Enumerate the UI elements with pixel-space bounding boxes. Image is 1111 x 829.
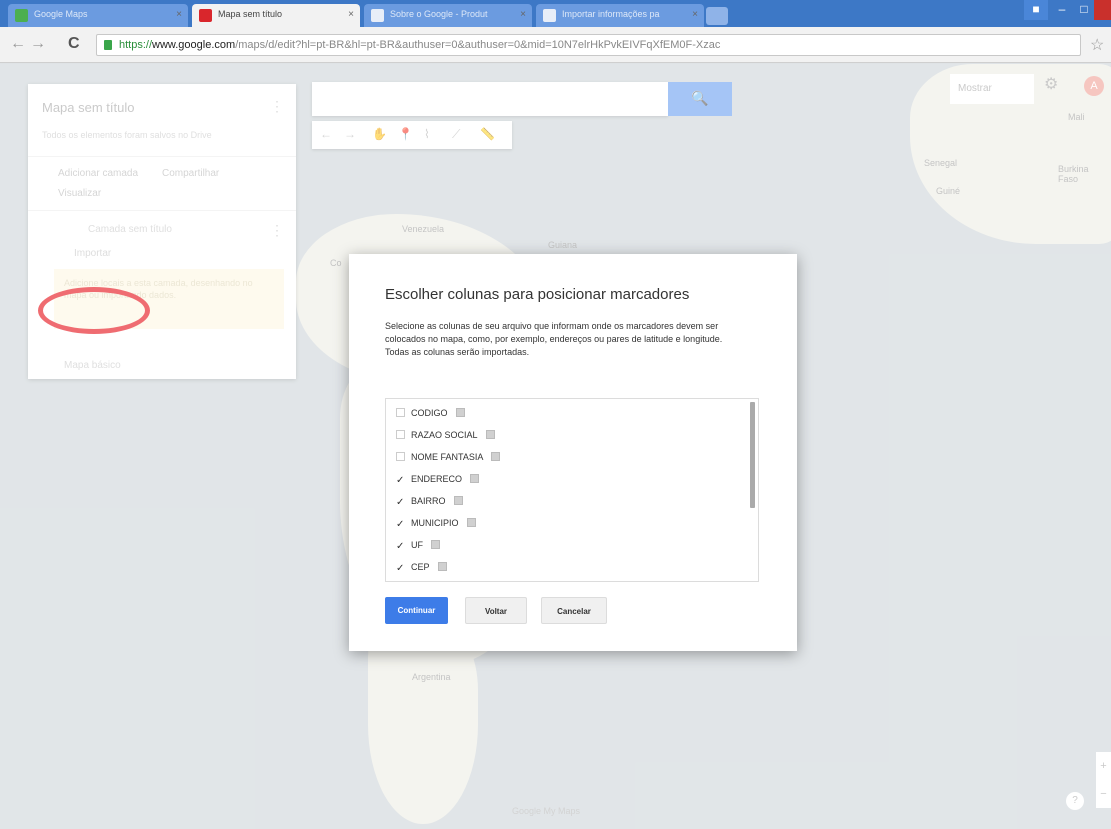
back-button[interactable]: Voltar: [465, 597, 527, 624]
tab-label: Importar informações pa: [562, 9, 660, 19]
choose-columns-dialog: Escolher colunas para posicionar marcado…: [349, 254, 797, 651]
close-icon[interactable]: ×: [520, 4, 526, 25]
browser-tab-bar: Google Maps × Mapa sem título × Sobre o …: [0, 0, 1111, 27]
check-icon[interactable]: ✓: [396, 542, 405, 552]
column-label: ENDERECO: [411, 474, 463, 484]
url-scheme: https://: [119, 39, 153, 51]
close-icon[interactable]: ×: [692, 4, 698, 25]
google-maps-favicon-icon: [15, 9, 28, 22]
check-icon[interactable]: ✓: [396, 498, 405, 508]
check-icon[interactable]: ✓: [396, 476, 405, 486]
tab-importar-informacoes[interactable]: Importar informações pa ×: [536, 4, 704, 27]
close-icon[interactable]: ×: [348, 4, 354, 25]
info-icon[interactable]: [470, 474, 480, 483]
column-label: MUNICIPIO: [411, 518, 459, 528]
lock-icon: [104, 40, 112, 50]
column-list[interactable]: CODIGO RAZAO SOCIAL NOME FANTASIA ✓ ENDER…: [385, 398, 759, 582]
tab-google-maps[interactable]: Google Maps ×: [8, 4, 188, 27]
my-maps-favicon-icon: [199, 9, 212, 22]
reload-icon[interactable]: C: [68, 35, 80, 53]
column-option-nome-fantasia[interactable]: NOME FANTASIA: [396, 447, 501, 467]
dialog-description: Selecione as colunas de seu arquivo que …: [385, 321, 723, 357]
google-favicon-icon: [371, 9, 384, 22]
minimize-button[interactable]: –: [1050, 0, 1074, 20]
column-label: BAIRRO: [411, 496, 446, 506]
column-label: CEP: [411, 562, 430, 572]
info-icon[interactable]: [453, 496, 463, 505]
checkbox[interactable]: [396, 452, 405, 461]
url-path: /maps/d/edit?hl=pt-BR&hl=pt-BR&authuser=…: [235, 39, 721, 51]
dialog-title: Escolher colunas para posicionar marcado…: [385, 286, 690, 303]
column-label: CODIGO: [411, 408, 448, 418]
check-icon[interactable]: ✓: [396, 564, 405, 574]
column-option-uf[interactable]: ✓ UF: [396, 535, 440, 555]
tab-sobre-o-google[interactable]: Sobre o Google - Produt ×: [364, 4, 532, 27]
column-option-municipio[interactable]: ✓ MUNICIPIO: [396, 513, 476, 533]
browser-toolbar: ← → C https://www.google.com/maps/d/edit…: [0, 27, 1111, 63]
info-icon[interactable]: [431, 540, 440, 549]
column-option-bairro[interactable]: ✓ BAIRRO: [396, 491, 463, 511]
column-label: UF: [411, 540, 423, 550]
continue-button[interactable]: Continuar: [385, 597, 448, 624]
google-favicon-icon: [543, 9, 556, 22]
info-icon[interactable]: [491, 452, 501, 461]
info-icon[interactable]: [466, 518, 476, 527]
column-label: NOME FANTASIA: [411, 452, 484, 462]
scroll-thumb[interactable]: [750, 402, 755, 508]
column-option-codigo[interactable]: CODIGO: [396, 403, 465, 423]
forward-icon[interactable]: →: [30, 35, 46, 53]
close-window-button[interactable]: [1094, 0, 1111, 20]
tab-mapa-sem-titulo[interactable]: Mapa sem título ×: [192, 4, 360, 27]
column-list-scrollbar[interactable]: [748, 399, 758, 581]
tab-label: Sobre o Google - Produt: [390, 9, 488, 19]
info-icon[interactable]: [455, 408, 465, 417]
column-option-cep[interactable]: ✓ CEP: [396, 557, 447, 577]
tab-label: Mapa sem título: [218, 9, 283, 19]
maximize-button[interactable]: □: [1074, 0, 1094, 20]
check-icon[interactable]: ✓: [396, 520, 405, 530]
cancel-button[interactable]: Cancelar: [541, 597, 607, 624]
column-label: RAZAO SOCIAL: [411, 430, 478, 440]
bookmark-star-icon[interactable]: ☆: [1090, 35, 1104, 55]
tab-label: Google Maps: [34, 9, 88, 19]
info-icon[interactable]: [437, 562, 447, 571]
info-icon[interactable]: [485, 430, 495, 439]
address-bar[interactable]: https://www.google.com/maps/d/edit?hl=pt…: [96, 34, 1081, 56]
column-option-razao-social[interactable]: RAZAO SOCIAL: [396, 425, 495, 445]
checkbox[interactable]: [396, 408, 405, 417]
column-option-endereco[interactable]: ✓ ENDERECO: [396, 469, 480, 489]
url-host: www.google.com: [152, 39, 236, 51]
back-icon[interactable]: ←: [10, 35, 26, 53]
close-icon[interactable]: ×: [176, 4, 182, 25]
new-tab-button[interactable]: [706, 7, 728, 25]
checkbox[interactable]: [396, 430, 405, 439]
user-icon[interactable]: ■: [1024, 0, 1048, 20]
